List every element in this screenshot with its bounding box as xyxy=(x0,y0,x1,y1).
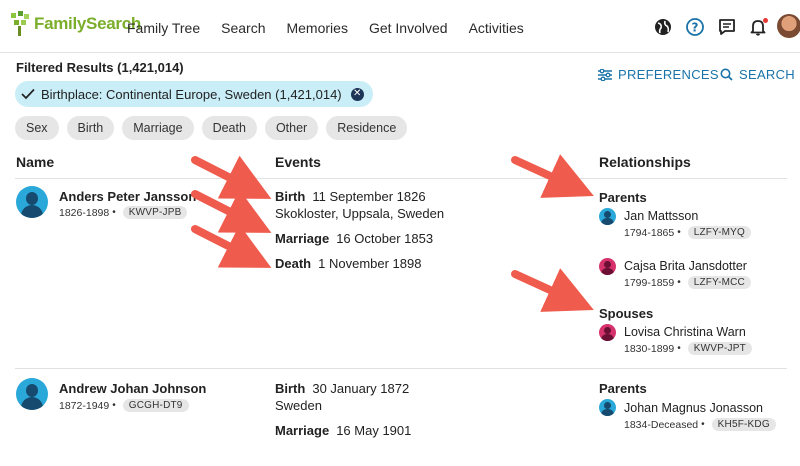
annotation-arrows xyxy=(191,154,594,312)
arrow-to-birth-place xyxy=(191,189,272,233)
arrow-to-death xyxy=(191,224,272,268)
arrow-to-parents xyxy=(511,154,594,198)
arrow-to-birth xyxy=(191,155,272,199)
arrow-to-spouses xyxy=(511,268,594,312)
